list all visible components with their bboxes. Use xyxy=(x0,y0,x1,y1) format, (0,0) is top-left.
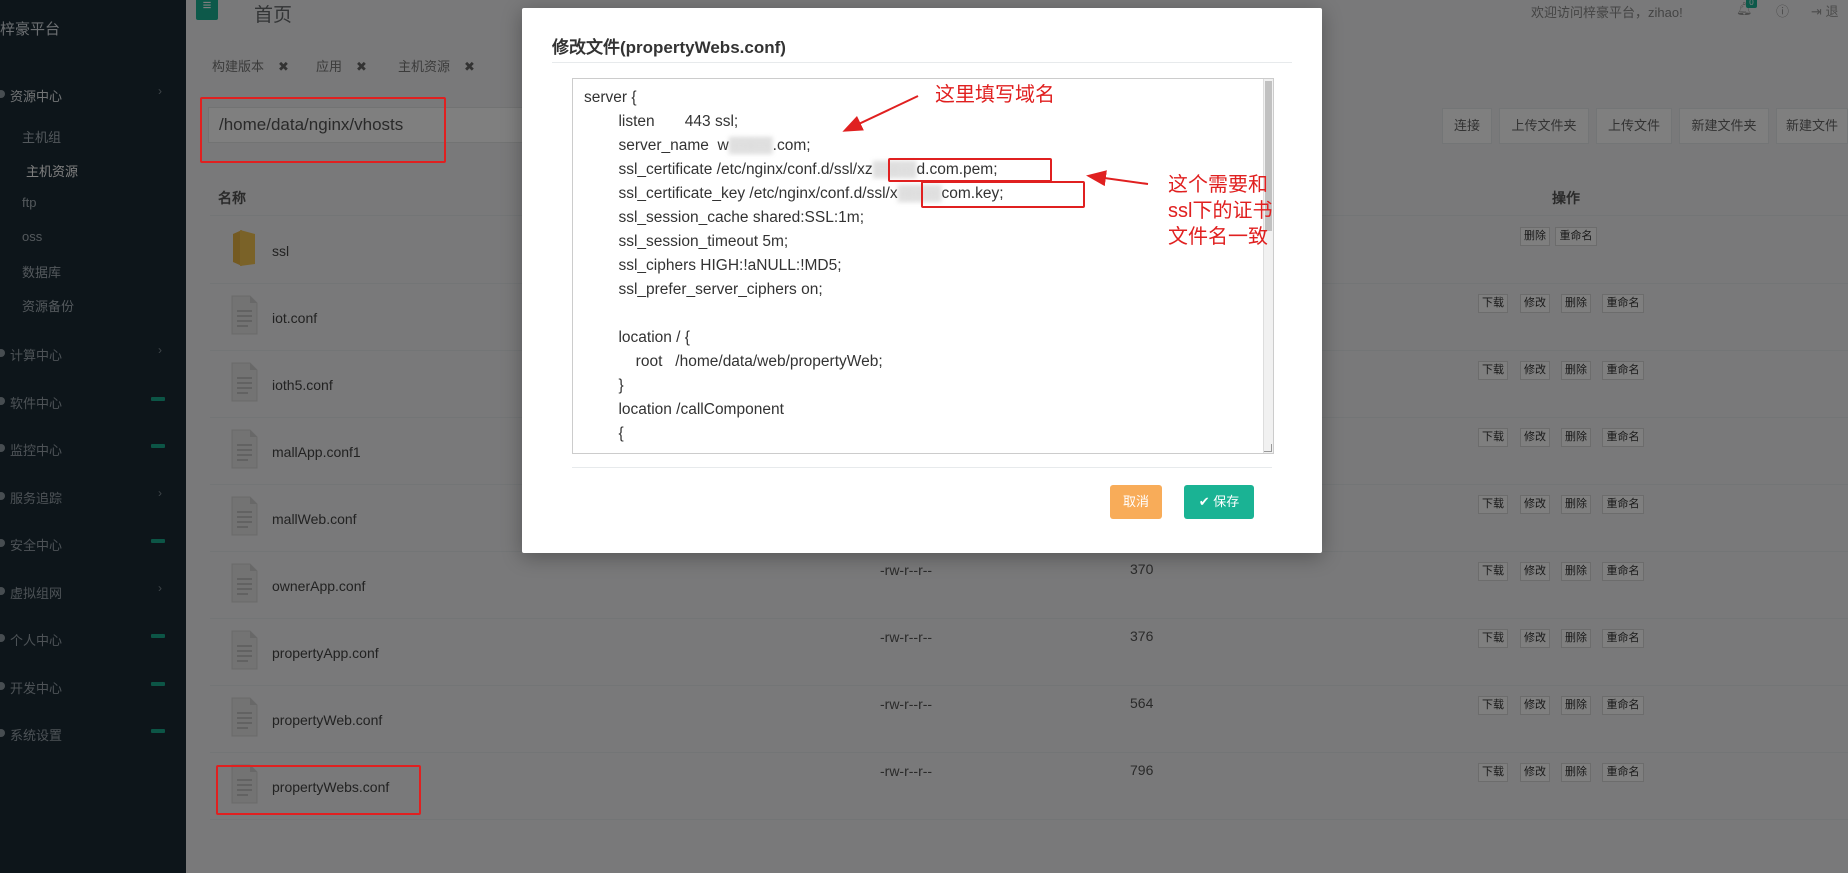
redacted-text: ▒▒▒▒ xyxy=(728,137,773,154)
code-line: root /home/data/web/propertyWeb; xyxy=(584,350,1244,374)
dialog-title: 修改文件(propertyWebs.conf) xyxy=(552,38,786,57)
code-editor-textarea[interactable]: server { listen 443 ssl; server_name w▒▒… xyxy=(572,78,1274,454)
code-line: server { xyxy=(584,86,1244,110)
code-text: listen 443 ssl; xyxy=(584,113,739,130)
annotation-box-selected-file xyxy=(216,765,421,815)
code-line: ssl_ciphers HIGH:!aNULL:!MD5; xyxy=(584,254,1244,278)
code-text: ssl_certificate_key /etc/nginx/conf.d/ss… xyxy=(584,185,898,202)
code-line: server_name w▒▒▒▒.com; xyxy=(584,134,1244,158)
code-text: ssl_session_cache shared:SSL:1m; xyxy=(584,209,864,226)
code-line: location /callComponent xyxy=(584,398,1244,422)
annotation-cert-note: 这个需要和ssl下的证书文件名一致 xyxy=(1168,174,1273,248)
annotation-domain-note: 这里填写域名 xyxy=(935,84,1055,106)
code-text: { xyxy=(584,425,624,442)
code-text: location /callComponent xyxy=(584,401,784,418)
code-line: { xyxy=(584,422,1244,446)
check-icon: ✔ xyxy=(1198,494,1210,509)
code-line: location / { xyxy=(584,326,1244,350)
code-line: listen 443 ssl; xyxy=(584,110,1244,134)
code-text: ssl_ciphers HIGH:!aNULL:!MD5; xyxy=(584,257,842,274)
code-text: ssl_prefer_server_ciphers on; xyxy=(584,281,823,298)
divider xyxy=(552,62,1292,63)
code-line: ssl_certificate_key /etc/nginx/conf.d/ss… xyxy=(584,182,1244,206)
code-text: location / { xyxy=(584,329,690,346)
save-label: 保存 xyxy=(1213,494,1240,509)
code-text: server { xyxy=(584,89,637,106)
editor-scrollbar[interactable] xyxy=(1263,79,1273,453)
code-text: ssl_certificate /etc/nginx/conf.d/ssl/xz xyxy=(584,161,873,178)
code-content: server { listen 443 ssl; server_name w▒▒… xyxy=(584,86,1244,446)
code-text: server_name w xyxy=(584,137,729,154)
annotation-box-key xyxy=(921,181,1085,208)
code-line: ssl_session_timeout 5m; xyxy=(584,230,1244,254)
cancel-button[interactable]: 取消 xyxy=(1110,485,1162,519)
code-line: } xyxy=(584,374,1244,398)
code-text: root /home/data/web/propertyWeb; xyxy=(584,353,883,370)
edit-file-dialog: 修改文件(propertyWebs.conf) server { listen … xyxy=(522,8,1322,553)
annotation-box-cert xyxy=(888,158,1052,182)
save-button[interactable]: ✔ 保存 xyxy=(1184,485,1254,519)
code-text: } xyxy=(584,377,624,394)
code-line: ssl_session_cache shared:SSL:1m; xyxy=(584,206,1244,230)
code-text: ssl_session_timeout 5m; xyxy=(584,233,789,250)
resize-handle-icon[interactable] xyxy=(1264,444,1272,452)
code-text: .com; xyxy=(772,137,811,154)
code-line: ssl_prefer_server_ciphers on; xyxy=(584,278,1244,302)
annotation-box-path xyxy=(200,97,446,163)
divider xyxy=(572,467,1272,468)
